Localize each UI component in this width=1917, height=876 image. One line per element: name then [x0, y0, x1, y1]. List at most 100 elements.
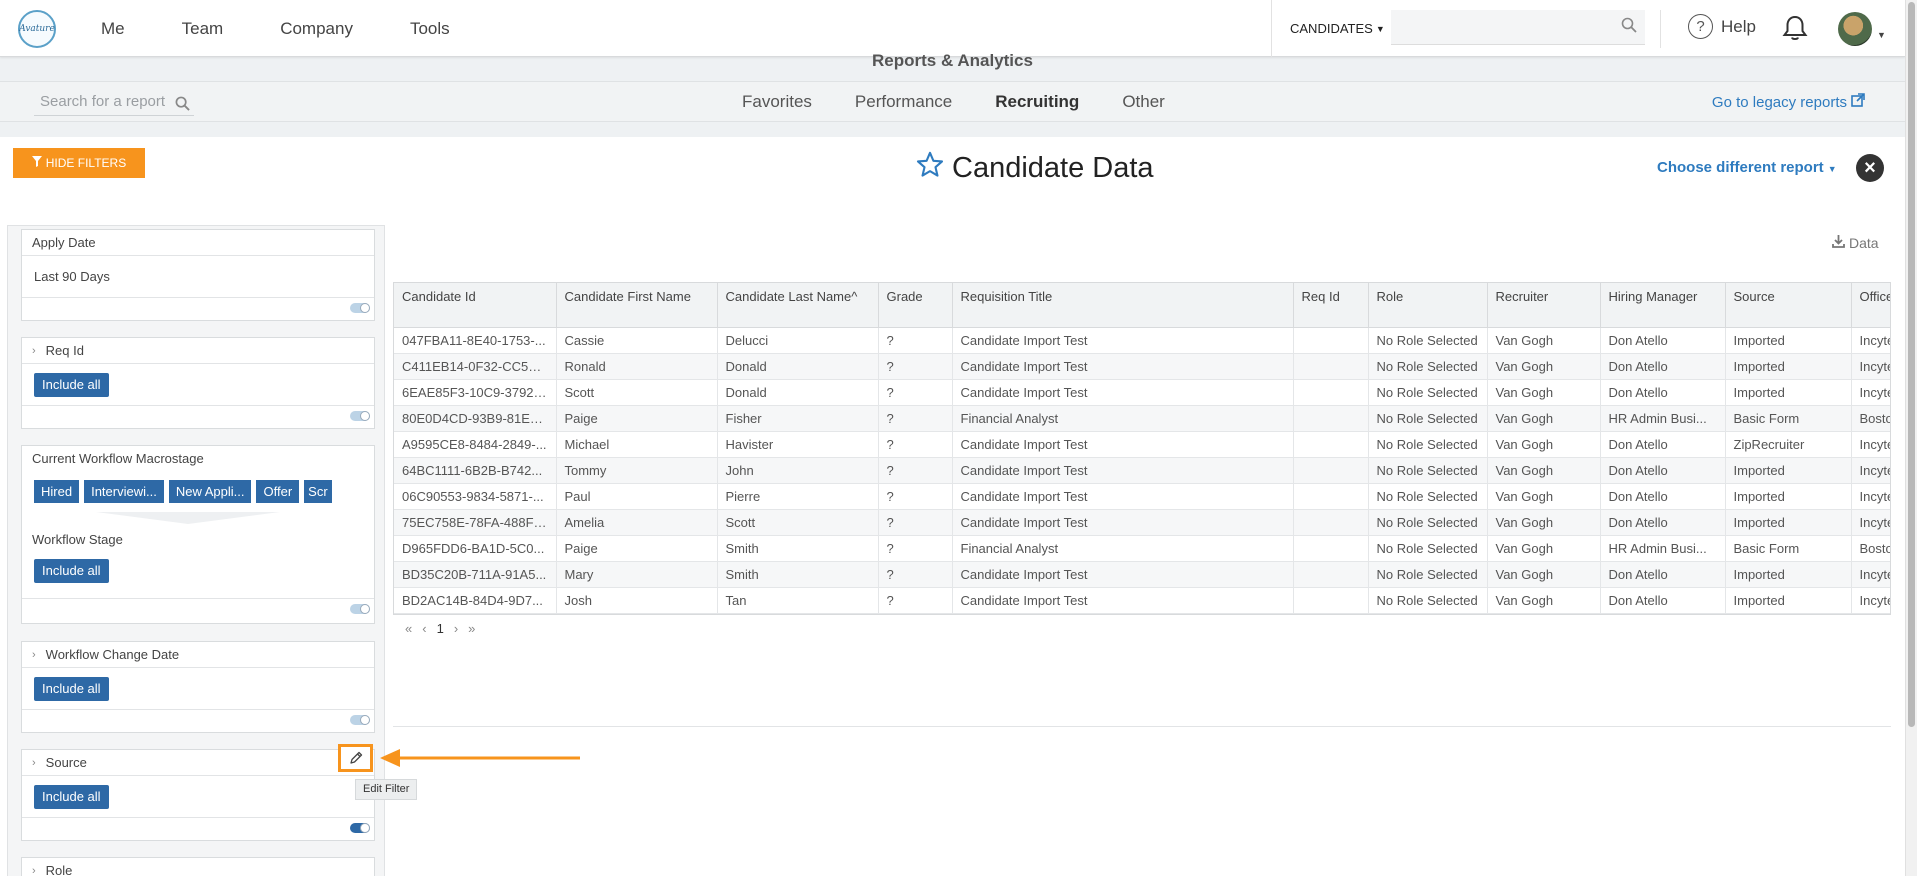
include-all-button[interactable]: Include all [34, 559, 109, 583]
table-row[interactable]: 75EC758E-78FA-488F-... Amelia Scott? Candid… [394, 509, 1890, 536]
chip-screening[interactable]: Scr [304, 480, 332, 503]
scrollbar-thumb[interactable] [1908, 2, 1915, 727]
table-cell: HR Admin Busi... [1600, 405, 1726, 432]
edit-filter-button[interactable] [338, 744, 373, 772]
star-icon[interactable] [916, 151, 944, 186]
legacy-reports-link[interactable]: Go to legacy reports [1712, 93, 1865, 111]
column-header[interactable]: Candidate Last Name^ [717, 283, 879, 328]
funnel-divider [96, 512, 280, 524]
first-page-button[interactable]: « [405, 621, 412, 636]
report-search-input[interactable]: Search for a report [34, 90, 194, 116]
chip-offer[interactable]: Offer [256, 480, 300, 503]
column-header[interactable]: Candidate First Name [556, 283, 718, 328]
filter-header[interactable]: › Role [22, 858, 374, 876]
filter-header[interactable]: › Source [22, 750, 374, 776]
filter-toggle[interactable] [350, 715, 370, 725]
choose-report-dropdown[interactable]: Choose different report ▼ [1657, 159, 1837, 176]
column-header[interactable]: Office [1851, 283, 1890, 328]
table-row[interactable]: BD35C20B-711A-91A5... Mary Smith? Candidate… [394, 561, 1890, 588]
table-cell [1293, 405, 1369, 432]
table-cell: 64BC1111-6B2B-B742... [394, 457, 557, 484]
search-icon[interactable] [1621, 17, 1637, 38]
filter-header[interactable]: Apply Date [22, 230, 374, 256]
bell-icon[interactable] [1782, 14, 1808, 47]
filter-source: › Source Include all [21, 749, 375, 841]
filter-label: Source [45, 754, 87, 770]
table-row[interactable]: 06C90553-9834-5871-... Paul Pierre? Candida… [394, 483, 1890, 510]
avatar-caret-icon[interactable]: ▼ [1877, 30, 1886, 40]
user-avatar[interactable] [1838, 12, 1872, 46]
help-link[interactable]: ? Help [1688, 14, 1756, 39]
tab-other[interactable]: Other [1122, 92, 1165, 112]
table-cell: ? [878, 561, 953, 588]
prev-page-button[interactable]: ‹ [422, 621, 426, 636]
hide-filters-button[interactable]: HIDE FILTERS [13, 148, 145, 178]
table-cell: Boston [1851, 535, 1890, 562]
column-header[interactable]: Hiring Manager [1600, 283, 1726, 328]
table-cell: Donald [717, 353, 879, 380]
filter-toggle[interactable] [350, 823, 370, 833]
nav-link-me[interactable]: Me [101, 19, 125, 39]
page-scrollbar[interactable] [1905, 0, 1917, 876]
table-cell [1293, 327, 1369, 354]
column-header[interactable]: Source [1725, 283, 1852, 328]
chip-interviewing[interactable]: Interviewi... [84, 480, 164, 503]
nav-link-company[interactable]: Company [280, 19, 353, 39]
table-cell: No Role Selected [1368, 405, 1488, 432]
close-icon[interactable]: × [1856, 154, 1884, 182]
include-all-button[interactable]: Include all [34, 676, 109, 701]
table-cell: Tommy [556, 457, 718, 484]
table-row[interactable]: BD2AC14B-84D4-9D7... Josh Tan? Candidate Im… [394, 587, 1890, 614]
include-all-button[interactable]: Include all [34, 372, 109, 397]
filter-toggle[interactable] [350, 411, 370, 421]
search-icon[interactable] [175, 95, 190, 119]
filter-toggle[interactable] [350, 604, 370, 614]
table-row[interactable]: D965FDD6-BA1D-5C0... Paige Smith? Financial… [394, 535, 1890, 562]
table-cell: Incyte [1851, 379, 1890, 406]
filter-header[interactable]: Current Workflow Macrostage [22, 446, 374, 472]
table-cell: Don Atello [1600, 587, 1726, 614]
chip-hired[interactable]: Hired [34, 480, 80, 503]
nav-link-team[interactable]: Team [182, 19, 224, 39]
table-cell: Van Gogh [1487, 379, 1601, 406]
tab-performance[interactable]: Performance [855, 92, 952, 112]
candidates-dropdown[interactable]: CANDIDATES ▼ [1271, 0, 1385, 57]
page-number[interactable]: 1 [437, 621, 444, 636]
column-header[interactable]: Grade [878, 283, 953, 328]
column-header[interactable]: Requisition Title [952, 283, 1294, 328]
column-header[interactable]: Req Id [1293, 283, 1369, 328]
filter-header[interactable]: › Req Id [22, 338, 374, 364]
table-cell: C411EB14-0F32-CC59-... [394, 353, 557, 380]
column-header[interactable]: Candidate Id [394, 283, 557, 328]
next-page-button[interactable]: › [454, 621, 458, 636]
table-row[interactable]: C411EB14-0F32-CC59-... Ronald Donald? Candi… [394, 353, 1890, 380]
table-cell: Fisher [717, 405, 879, 432]
filter-toggle[interactable] [350, 303, 370, 313]
table-row[interactable]: 047FBA11-8E40-1753-... Cassie Delucci? Cand… [394, 327, 1890, 354]
include-all-button[interactable]: Include all [34, 784, 109, 809]
table-row[interactable]: 64BC1111-6B2B-B742... Tommy John? Candidate… [394, 457, 1890, 484]
report-panel: HIDE FILTERS Candidate Data Choose diffe… [0, 137, 1905, 876]
tab-favorites[interactable]: Favorites [742, 92, 812, 112]
table-row[interactable]: 80E0D4CD-93B9-81E9... Paige Fisher? Financi… [394, 405, 1890, 432]
last-page-button[interactable]: » [468, 621, 475, 636]
tab-recruiting[interactable]: Recruiting [995, 92, 1079, 112]
nav-link-tools[interactable]: Tools [410, 19, 450, 39]
table-cell: ? [878, 379, 953, 406]
candidates-label: CANDIDATES [1290, 21, 1373, 36]
table-cell: Incyte [1851, 353, 1890, 380]
table-cell: Candidate Import Test [952, 509, 1294, 536]
chip-new-applicant[interactable]: New Appli... [168, 480, 252, 503]
table-row[interactable]: 6EAE85F3-10C9-3792-... Scott Donald? Candid… [394, 379, 1890, 406]
table-row[interactable]: A9595CE8-8484-2849-... Michael Havister? Ca… [394, 431, 1890, 458]
column-header[interactable]: Role [1368, 283, 1488, 328]
column-header[interactable]: Recruiter [1487, 283, 1601, 328]
company-logo[interactable]: Avature [18, 10, 56, 48]
table-cell: Cassie [556, 327, 718, 354]
filter-header[interactable]: › Workflow Change Date [22, 642, 374, 668]
global-search-input[interactable] [1391, 10, 1645, 45]
table-cell [1293, 431, 1369, 458]
filter-value[interactable]: Last 90 Days [22, 256, 374, 298]
export-data-button[interactable]: Data [1832, 235, 1879, 251]
table-cell: Candidate Import Test [952, 379, 1294, 406]
